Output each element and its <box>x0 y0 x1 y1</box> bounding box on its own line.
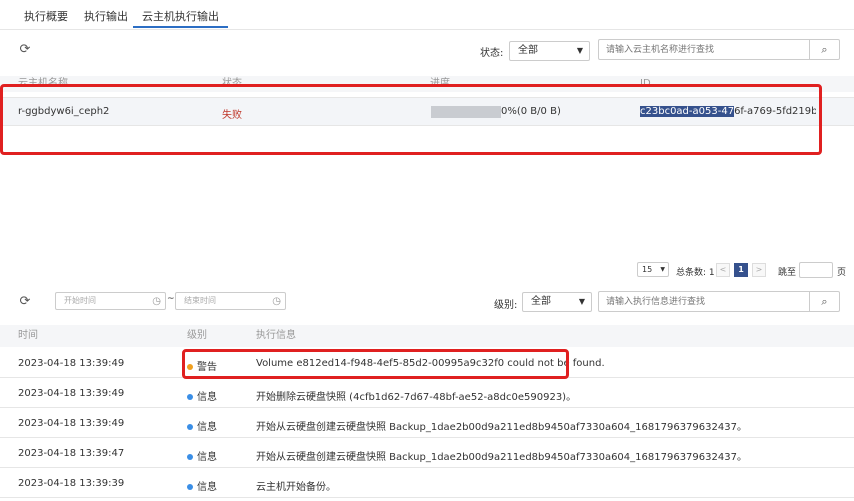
page-size-value: 15 <box>642 265 653 274</box>
page-1-button[interactable]: 1 <box>734 263 748 277</box>
next-page-button[interactable]: > <box>752 263 766 277</box>
highlight-box-warning <box>182 349 569 379</box>
log-level-label: 信息 <box>197 482 217 493</box>
search-icon[interactable]: ⌕ <box>809 40 839 59</box>
info-dot-icon <box>187 484 193 490</box>
vm-search-input[interactable] <box>599 40 807 59</box>
log-row[interactable]: 2023-04-18 13:39:39 信息 云主机开始备份。 <box>0 468 854 498</box>
info-dot-icon <box>187 454 193 460</box>
clock-icon: ◷ <box>152 296 161 307</box>
log-time: 2023-04-18 13:39:49 <box>18 388 125 399</box>
range-separator: ~ <box>167 294 175 304</box>
page-size-select[interactable]: 15 ▼ <box>637 262 669 277</box>
clock-icon: ◷ <box>272 296 281 307</box>
level-select-value: 全部 <box>531 296 551 307</box>
end-time-placeholder: 结束时间 <box>184 296 216 305</box>
status-select-value: 全部 <box>518 45 538 56</box>
status-filter-label: 状态: <box>480 48 504 59</box>
chevron-down-icon: ▼ <box>576 46 583 55</box>
prev-page-button[interactable]: < <box>716 263 730 277</box>
log-time: 2023-04-18 13:39:47 <box>18 448 125 459</box>
vm-search-box[interactable]: ⌕ <box>598 39 840 60</box>
log-level: 信息 <box>187 448 217 463</box>
log-table-header: 时间 级别 执行信息 <box>0 325 854 347</box>
refresh-icon[interactable]: ⟳ <box>18 43 32 57</box>
tab-execution-summary[interactable]: 执行概要 <box>24 6 68 28</box>
total-count: 总条数: 1 <box>676 268 715 278</box>
search-icon[interactable]: ⌕ <box>809 292 839 311</box>
log-level: 信息 <box>187 478 217 493</box>
start-time-input[interactable]: 开始时间 ◷ <box>55 292 166 310</box>
page-unit-label: 页 <box>837 268 847 278</box>
info-dot-icon <box>187 394 193 400</box>
log-message: 开始删除云硬盘快照 (4cfb1d62-7d67-48bf-ae52-a8dc0… <box>256 392 577 403</box>
log-row[interactable]: 2023-04-18 13:39:47 信息 开始从云硬盘创建云硬盘快照 Bac… <box>0 438 854 468</box>
chevron-down-icon: ▼ <box>578 297 585 306</box>
log-level-label: 信息 <box>197 452 217 463</box>
header-time: 时间 <box>18 330 38 341</box>
log-level: 信息 <box>187 388 217 403</box>
log-message: 开始从云硬盘创建云硬盘快照 Backup_1dae2b00d9a211ed8b9… <box>256 452 747 463</box>
header-level: 级别 <box>187 330 207 341</box>
log-message: 开始从云硬盘创建云硬盘快照 Backup_1dae2b00d9a211ed8b9… <box>256 422 747 433</box>
chevron-down-icon: ▼ <box>660 266 665 273</box>
log-search-box[interactable]: ⌕ <box>598 291 840 312</box>
tab-vm-execution-output[interactable]: 云主机执行输出 <box>133 6 228 28</box>
log-level: 信息 <box>187 418 217 433</box>
jump-label: 跳至 <box>778 268 797 278</box>
log-level-label: 信息 <box>197 392 217 403</box>
status-select[interactable]: 全部 ▼ <box>509 41 590 61</box>
jump-page-input[interactable] <box>799 262 833 278</box>
log-time: 2023-04-18 13:39:49 <box>18 418 125 429</box>
log-row[interactable]: 2023-04-18 13:39:49 信息 开始从云硬盘创建云硬盘快照 Bac… <box>0 408 854 438</box>
start-time-placeholder: 开始时间 <box>64 296 96 305</box>
header-message: 执行信息 <box>256 330 296 341</box>
log-row[interactable]: 2023-04-18 13:39:49 信息 开始删除云硬盘快照 (4cfb1d… <box>0 378 854 408</box>
log-search-input[interactable] <box>599 292 807 311</box>
end-time-input[interactable]: 结束时间 ◷ <box>175 292 286 310</box>
level-select[interactable]: 全部 ▼ <box>522 292 592 312</box>
info-dot-icon <box>187 424 193 430</box>
refresh-icon[interactable]: ⟳ <box>18 295 32 309</box>
highlight-box-vm-row <box>0 84 822 155</box>
level-filter-label: 级别: <box>494 300 518 311</box>
log-message: 云主机开始备份。 <box>256 482 336 493</box>
log-level-label: 信息 <box>197 422 217 433</box>
log-time: 2023-04-18 13:39:49 <box>18 358 125 369</box>
log-time: 2023-04-18 13:39:39 <box>18 478 125 489</box>
tab-divider <box>0 29 854 30</box>
tab-execution-output[interactable]: 执行输出 <box>84 6 128 28</box>
